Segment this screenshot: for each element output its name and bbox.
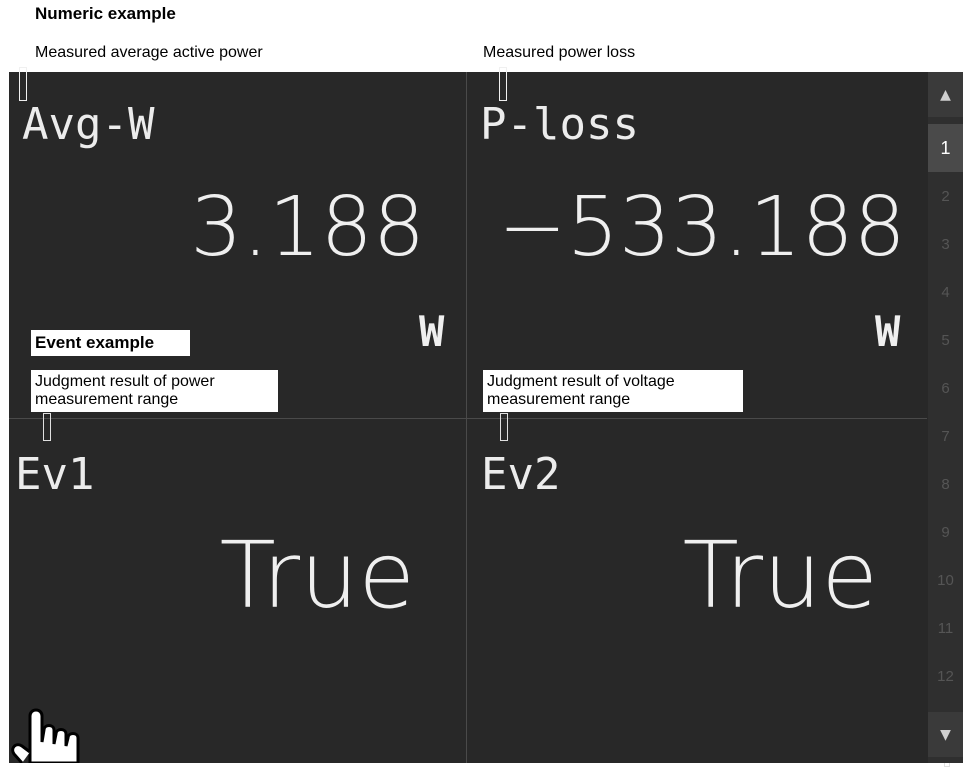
triangle-down-icon[interactable]: ▼ [928, 712, 963, 757]
page-2[interactable]: 2 [928, 172, 963, 220]
ev1-leader [43, 413, 51, 441]
page-5[interactable]: 5 [928, 316, 963, 364]
ev1-label[interactable]: Ev1 [15, 450, 94, 500]
p-loss-leader [499, 67, 507, 101]
page-7[interactable]: 7 [928, 412, 963, 460]
avg-w-value: 3.188 [190, 180, 425, 275]
page-6[interactable]: 6 [928, 364, 963, 412]
p-loss-callout: Measured power loss [483, 44, 636, 61]
p-loss-value: −533.188 [498, 180, 906, 275]
ev2-leader [500, 413, 508, 441]
avg-w-unit: W [419, 307, 445, 356]
event-example-heading: Event example [31, 330, 190, 356]
ev2-value: True [682, 522, 878, 629]
horizontal-divider [9, 418, 927, 419]
page-3[interactable]: 3 [928, 220, 963, 268]
page-10[interactable]: 10 [928, 556, 963, 604]
ev2-callout: Judgment result of voltage measurement r… [483, 370, 743, 412]
avg-w-callout: Measured average active power [35, 44, 263, 61]
p-loss-label[interactable]: P-loss [480, 100, 639, 150]
page-12[interactable]: 12 [928, 652, 963, 700]
hand-pointer-icon [11, 708, 80, 763]
ev1-value: True [219, 522, 415, 629]
page-9[interactable]: 9 [928, 508, 963, 556]
numeric-example-heading: Numeric example [35, 4, 176, 23]
avg-w-label[interactable]: Avg-W [22, 100, 154, 150]
page-11[interactable]: 11 [928, 604, 963, 652]
page-4[interactable]: 4 [928, 268, 963, 316]
triangle-up-icon[interactable]: ▲ [928, 72, 963, 117]
avg-w-leader [19, 67, 27, 101]
ev1-callout: Judgment result of power measurement ran… [31, 370, 278, 412]
page-8[interactable]: 8 [928, 460, 963, 508]
ev2-label[interactable]: Ev2 [481, 450, 560, 500]
page-1[interactable]: 1 [928, 124, 963, 172]
p-loss-unit: W [875, 307, 901, 356]
